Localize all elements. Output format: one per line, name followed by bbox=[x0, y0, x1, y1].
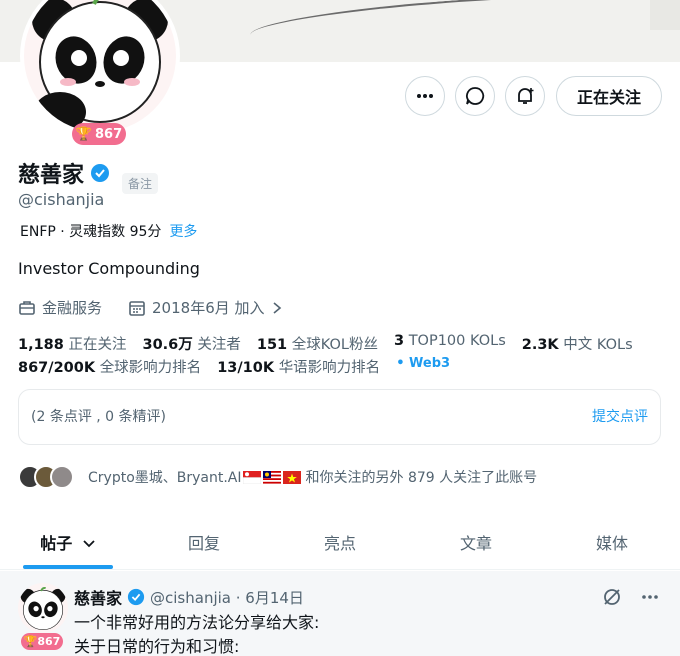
malaysia-flag-icon bbox=[262, 470, 281, 484]
top100-stat[interactable]: 3 TOP100 KOLs bbox=[394, 333, 506, 354]
briefcase-icon bbox=[19, 300, 35, 315]
profile-handle: @cishanjia bbox=[18, 190, 105, 209]
tab-media[interactable]: 媒体 bbox=[544, 520, 680, 569]
level-badge-value: 867 bbox=[95, 126, 123, 142]
tab-highlights[interactable]: 亮点 bbox=[272, 520, 408, 569]
tab-replies[interactable]: 回复 bbox=[136, 520, 272, 569]
following-stat[interactable]: 1,188 正在关注 bbox=[18, 333, 126, 354]
mbti-text: ENFP · 灵魂指数 95分 bbox=[20, 224, 162, 240]
calendar-icon bbox=[129, 300, 145, 316]
followed-by-text: 和你关注的另外 879 人关注了此账号 bbox=[305, 470, 538, 486]
submit-review-link[interactable]: 提交点评 bbox=[592, 406, 648, 426]
trophy-icon: 🏆 bbox=[75, 126, 93, 142]
review-box: (2 条点评 , 0 条精评) 提交点评 bbox=[18, 389, 661, 445]
stats-row-1: 1,188 正在关注 30.6万 关注者 151 全球KOL粉丝 3 TOP10… bbox=[18, 333, 633, 354]
post-header: 慈善家 @cishanjia · 6月14日 bbox=[74, 585, 304, 609]
chevron-down-icon bbox=[83, 540, 95, 548]
stats-row-2: 867/200K 全球影响力排名 13/10K 华语影响力排名 • Web3 bbox=[18, 356, 450, 377]
post-handle-date[interactable]: @cishanjia · 6月14日 bbox=[150, 587, 304, 608]
verified-icon bbox=[91, 164, 110, 182]
post-author-name[interactable]: 慈善家 bbox=[74, 585, 122, 609]
message-icon bbox=[466, 87, 485, 105]
chevron-right-icon[interactable] bbox=[271, 301, 283, 315]
post-level-badge-value: 867 bbox=[37, 635, 61, 648]
post-item[interactable]: 🏆 867 慈善家 @cishanjia · 6月14日 一个非常好用的方法论分享… bbox=[0, 571, 680, 656]
post-text-line: 一个非常好用的方法论分享给大家: bbox=[74, 613, 320, 632]
tab-posts[interactable]: 帖子 bbox=[0, 520, 136, 569]
notifications-button[interactable] bbox=[505, 76, 545, 116]
profile-avatar[interactable] bbox=[20, 0, 180, 136]
kol-stat[interactable]: 151 全球KOL粉丝 bbox=[257, 333, 378, 354]
more-link[interactable]: 更多 bbox=[169, 224, 197, 240]
profile-name: 慈善家 bbox=[18, 157, 110, 189]
profile-meta: 金融服务 2018年6月 加入 bbox=[18, 297, 283, 318]
note-tag[interactable]: 备注 bbox=[122, 173, 159, 194]
tab-articles[interactable]: 文章 bbox=[408, 520, 544, 569]
panda-avatar-icon bbox=[32, 0, 168, 132]
followed-by-row[interactable]: Crypto墨城、Bryant.AI 和你关注的另外 879 人关注了此账号 bbox=[18, 465, 537, 489]
category-text: 金融服务 bbox=[42, 299, 103, 317]
follower-avatar bbox=[50, 465, 74, 489]
level-badge: 🏆 867 bbox=[72, 123, 126, 145]
profile-tabs: 帖子 回复 亮点 文章 媒体 bbox=[0, 520, 680, 570]
cn-kol-stat[interactable]: 2.3K 中文 KOLs bbox=[522, 333, 633, 354]
notify-icon bbox=[518, 88, 534, 104]
display-name: 慈善家 bbox=[18, 163, 85, 188]
more-options-button[interactable] bbox=[405, 76, 445, 116]
vietnam-flag-icon bbox=[282, 470, 301, 484]
banner-curve bbox=[249, 0, 671, 55]
profile-bio: Investor Compounding bbox=[18, 259, 200, 278]
grok-icon[interactable] bbox=[602, 587, 622, 607]
post-avatar[interactable] bbox=[18, 583, 68, 633]
panda-avatar-icon bbox=[20, 586, 66, 631]
verified-icon bbox=[127, 588, 145, 606]
banner-edge bbox=[650, 0, 680, 30]
post-level-badge: 🏆 867 bbox=[21, 633, 63, 650]
cn-rank-stat[interactable]: 13/10K 华语影响力排名 bbox=[217, 356, 380, 377]
more-icon[interactable] bbox=[640, 587, 660, 607]
joined-text: 2018年6月 加入 bbox=[152, 299, 265, 317]
web3-tag[interactable]: • Web3 bbox=[396, 356, 450, 377]
followed-by-names: Crypto墨城、Bryant.AI bbox=[88, 470, 242, 486]
more-icon bbox=[417, 94, 433, 98]
review-summary: (2 条点评 , 0 条精评) bbox=[31, 409, 166, 425]
followers-stat[interactable]: 30.6万 关注者 bbox=[142, 333, 240, 354]
global-rank-stat[interactable]: 867/200K 全球影响力排名 bbox=[18, 356, 201, 377]
post-actions bbox=[602, 587, 660, 607]
trophy-icon: 🏆 bbox=[23, 635, 38, 648]
post-text-line: 关于日常的行为和习惯: bbox=[74, 637, 240, 656]
singapore-flag-icon bbox=[242, 470, 261, 484]
following-button[interactable]: 正在关注 bbox=[556, 76, 662, 116]
message-button[interactable] bbox=[455, 76, 495, 116]
mbti-line: ENFP · 灵魂指数 95分 更多 bbox=[20, 221, 197, 241]
